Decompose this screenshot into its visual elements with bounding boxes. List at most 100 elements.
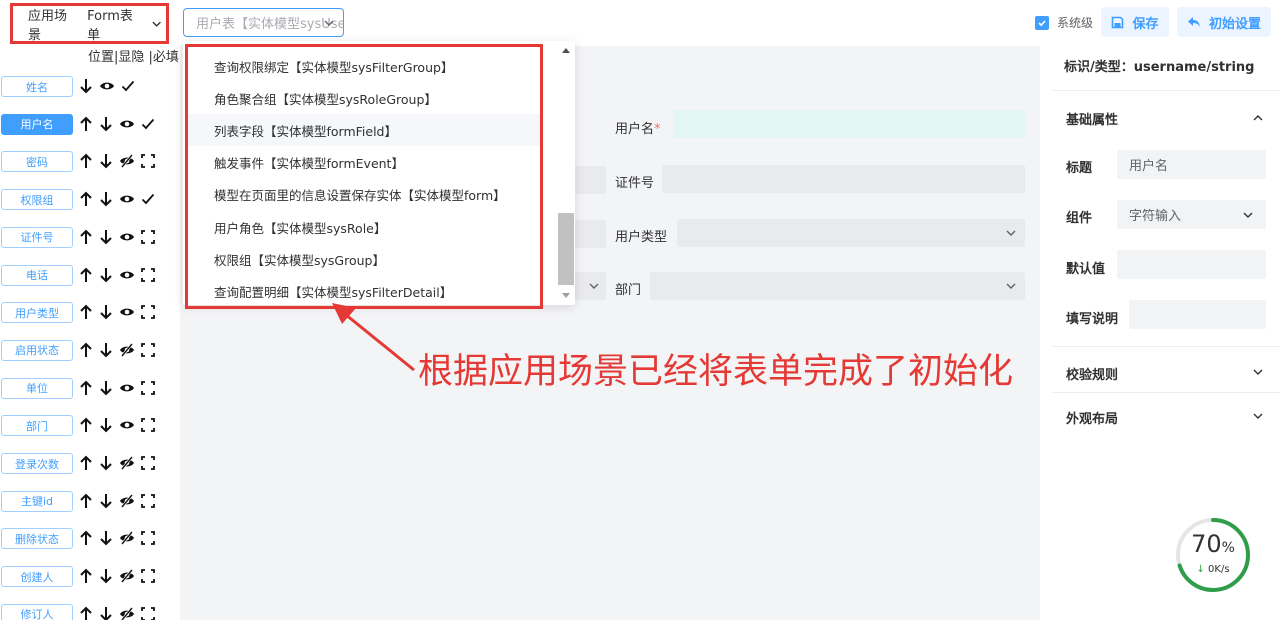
eye-off-icon[interactable] (119, 342, 135, 358)
dropdown-option[interactable]: 用户角色【实体模型sysRole】 (188, 211, 540, 243)
init-settings-button[interactable]: 初始设置 (1177, 7, 1271, 37)
field-tag[interactable]: 启用状态 (1, 339, 73, 361)
field-tag[interactable]: 用户名 (1, 113, 73, 135)
expand-frame-icon[interactable] (141, 455, 155, 471)
eye-icon[interactable] (119, 229, 135, 245)
arrow-down-icon[interactable] (99, 342, 113, 358)
eye-icon[interactable] (119, 267, 135, 283)
expand-frame-icon[interactable] (141, 229, 155, 245)
dept-form-select[interactable] (650, 272, 1025, 300)
eye-icon[interactable] (119, 380, 135, 396)
eye-icon[interactable] (99, 78, 115, 94)
field-tag[interactable]: 部门 (1, 415, 73, 437)
field-tag[interactable]: 权限组 (1, 189, 73, 211)
arrow-up-icon[interactable] (79, 380, 93, 396)
chevron-down-icon[interactable] (1252, 410, 1264, 422)
arrow-down-icon[interactable] (99, 493, 113, 509)
check-icon[interactable] (141, 191, 155, 207)
check-icon[interactable] (121, 78, 135, 94)
username-form-input[interactable] (673, 110, 1025, 138)
eye-off-icon[interactable] (119, 606, 135, 620)
usertype-form-select[interactable] (677, 219, 1025, 247)
basic-properties-section[interactable]: 基础属性 (1066, 109, 1118, 128)
appearance-section[interactable]: 外观布局 (1066, 408, 1118, 427)
expand-frame-icon[interactable] (141, 530, 155, 546)
dropdown-option[interactable]: 角色聚合组【实体模型sysRoleGroup】 (188, 82, 540, 114)
eye-off-icon[interactable] (119, 568, 135, 584)
component-prop-select[interactable]: 字符输入 (1117, 200, 1266, 229)
id-form-input[interactable] (662, 165, 1025, 193)
dropdown-scrollbar[interactable] (558, 41, 574, 305)
dropdown-option[interactable]: 列表字段【实体模型formField】 (188, 114, 540, 147)
default-prop-input[interactable] (1117, 250, 1266, 279)
field-tag[interactable]: 单位 (1, 377, 73, 399)
dropdown-option[interactable]: 查询权限绑定【实体模型sysFilterGroup】 (188, 50, 540, 82)
dropdown-option[interactable]: 模型在页面里的信息设置保存实体【实体模型form】 (188, 179, 540, 211)
scene-select[interactable]: 应用场景 Form表单 (18, 9, 162, 43)
arrow-up-icon[interactable] (79, 493, 93, 509)
model-select[interactable]: 用户表【实体模型sysUser】 (183, 8, 344, 37)
arrow-up-icon[interactable] (79, 530, 93, 546)
network-speed-widget[interactable]: 70% ↓ 0K/s (1175, 517, 1251, 593)
arrow-down-icon[interactable] (99, 267, 113, 283)
field-tag[interactable]: 密码 (1, 151, 73, 173)
arrow-up-icon[interactable] (79, 342, 93, 358)
field-tag[interactable]: 登录次数 (1, 453, 73, 474)
arrow-up-icon[interactable] (79, 417, 93, 433)
system-level-checkbox[interactable]: 系统级 (1035, 14, 1093, 31)
arrow-down-icon[interactable] (99, 455, 113, 471)
arrow-down-icon[interactable] (99, 304, 113, 320)
expand-frame-icon[interactable] (141, 380, 155, 396)
field-tag[interactable]: 证件号 (1, 226, 73, 248)
arrow-up-icon[interactable] (79, 191, 93, 207)
check-icon[interactable] (141, 116, 155, 132)
chevron-down-icon[interactable] (1252, 366, 1264, 378)
scrollbar-thumb[interactable] (558, 213, 574, 285)
arrow-up-icon[interactable] (79, 267, 93, 283)
expand-frame-icon[interactable] (141, 417, 155, 433)
arrow-up-icon[interactable] (79, 153, 93, 169)
arrow-down-icon[interactable] (99, 606, 113, 620)
field-tag[interactable]: 创建人 (1, 566, 73, 588)
arrow-up-icon[interactable] (79, 229, 93, 245)
eye-off-icon[interactable] (119, 455, 135, 471)
arrow-down-icon[interactable] (99, 417, 113, 433)
save-button[interactable]: 保存 (1101, 7, 1169, 37)
field-tag[interactable]: 用户类型 (1, 302, 73, 324)
arrow-down-icon[interactable] (99, 530, 113, 546)
expand-frame-icon[interactable] (141, 153, 155, 169)
field-tag[interactable]: 修订人 (1, 603, 73, 620)
eye-icon[interactable] (119, 304, 135, 320)
expand-frame-icon[interactable] (141, 267, 155, 283)
field-tag[interactable]: 电话 (1, 264, 73, 286)
expand-frame-icon[interactable] (141, 606, 155, 620)
arrow-up-icon[interactable] (79, 568, 93, 584)
arrow-up-icon[interactable] (79, 606, 93, 620)
expand-frame-icon[interactable] (141, 493, 155, 509)
title-prop-input[interactable]: 用户名 (1117, 150, 1266, 179)
field-tag[interactable]: 姓名 (1, 76, 73, 97)
left-form-input-3[interactable] (575, 220, 606, 248)
arrow-down-icon[interactable] (99, 568, 113, 584)
eye-icon[interactable] (119, 417, 135, 433)
arrow-down-icon[interactable] (79, 78, 93, 94)
arrow-down-icon[interactable] (99, 191, 113, 207)
eye-off-icon[interactable] (119, 493, 135, 509)
expand-frame-icon[interactable] (141, 304, 155, 320)
hint-prop-input[interactable] (1129, 300, 1266, 329)
eye-off-icon[interactable] (119, 530, 135, 546)
arrow-up-icon[interactable] (79, 455, 93, 471)
dropdown-option[interactable]: 权限组【实体模型sysGroup】 (188, 243, 540, 275)
left-form-select-4[interactable] (575, 272, 606, 300)
field-tag[interactable]: 删除状态 (1, 528, 73, 550)
chevron-up-icon[interactable] (1252, 112, 1264, 124)
arrow-down-icon[interactable] (99, 116, 113, 132)
arrow-up-icon[interactable] (79, 304, 93, 320)
scroll-down-icon[interactable] (562, 293, 570, 299)
eye-icon[interactable] (119, 191, 135, 207)
eye-icon[interactable] (119, 116, 135, 132)
arrow-up-icon[interactable] (79, 116, 93, 132)
expand-frame-icon[interactable] (141, 342, 155, 358)
field-tag[interactable]: 主键id (1, 490, 73, 512)
eye-off-icon[interactable] (119, 153, 135, 169)
